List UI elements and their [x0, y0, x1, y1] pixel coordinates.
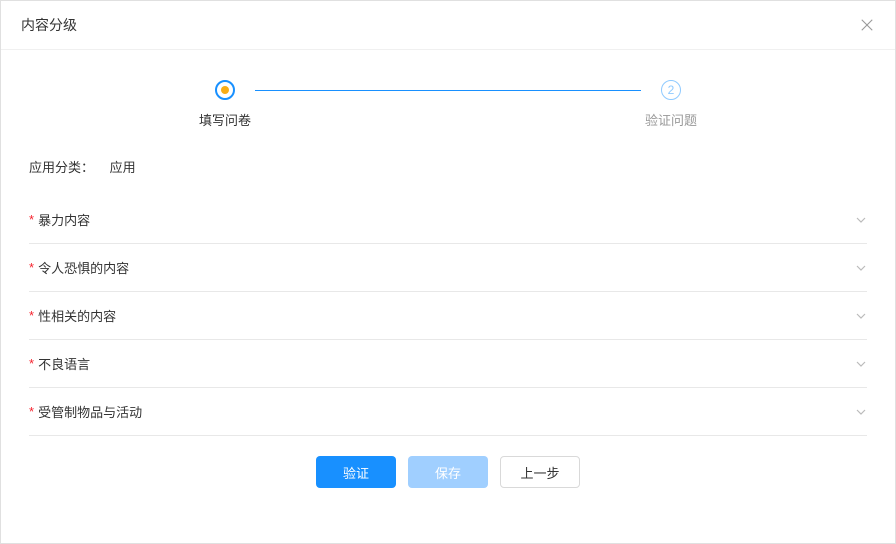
save-button[interactable]: 保存: [408, 456, 488, 488]
accordion-label: * 性相关的内容: [29, 306, 116, 325]
accordion-text: 不良语言: [38, 354, 90, 373]
accordion-item-horror[interactable]: * 令人恐惧的内容: [29, 244, 867, 292]
prev-button[interactable]: 上一步: [500, 456, 580, 488]
verify-button[interactable]: 验证: [316, 456, 396, 488]
close-button[interactable]: [859, 17, 875, 33]
close-icon: [860, 18, 874, 32]
required-asterisk: *: [29, 356, 34, 371]
category-label: 应用分类：: [29, 157, 94, 176]
modal-body: 填写问卷 2 验证问题 应用分类： 应用 * 暴力内容 * 令人恐惧的: [1, 50, 895, 543]
category-row: 应用分类： 应用: [29, 157, 867, 176]
step-2-icon: 2: [661, 80, 681, 100]
steps: 填写问卷 2 验证问题: [29, 80, 867, 129]
chevron-down-icon: [855, 310, 867, 322]
step-2-label: 验证问题: [645, 110, 697, 129]
accordion-label: * 暴力内容: [29, 210, 90, 229]
accordion-label: * 令人恐惧的内容: [29, 258, 129, 277]
required-asterisk: *: [29, 260, 34, 275]
modal-title: 内容分级: [21, 15, 77, 35]
step-2: 2 验证问题: [645, 80, 697, 129]
accordion-text: 受管制物品与活动: [38, 402, 142, 421]
step-1-icon: [215, 80, 235, 100]
chevron-down-icon: [855, 214, 867, 226]
accordion-text: 令人恐惧的内容: [38, 258, 129, 277]
accordion-text: 性相关的内容: [38, 306, 116, 325]
content-rating-modal: 内容分级 填写问卷 2 验证问题 应用分类： 应用 * 暴力: [0, 0, 896, 544]
chevron-down-icon: [855, 262, 867, 274]
step-connector: [255, 90, 641, 91]
chevron-down-icon: [855, 358, 867, 370]
step-1-label: 填写问卷: [199, 110, 251, 129]
chevron-down-icon: [855, 406, 867, 418]
required-asterisk: *: [29, 308, 34, 323]
required-asterisk: *: [29, 404, 34, 419]
accordion-text: 暴力内容: [38, 210, 90, 229]
accordion-item-sexual[interactable]: * 性相关的内容: [29, 292, 867, 340]
category-value: 应用: [110, 157, 136, 176]
accordion-item-violence[interactable]: * 暴力内容: [29, 196, 867, 244]
modal-footer: 验证 保存 上一步: [29, 436, 867, 512]
accordion-item-language[interactable]: * 不良语言: [29, 340, 867, 388]
accordion-item-controlled[interactable]: * 受管制物品与活动: [29, 388, 867, 436]
modal-header: 内容分级: [1, 1, 895, 50]
accordion-label: * 受管制物品与活动: [29, 402, 142, 421]
step-active-dot-icon: [221, 86, 229, 94]
accordion-label: * 不良语言: [29, 354, 90, 373]
required-asterisk: *: [29, 212, 34, 227]
step-1: 填写问卷: [199, 80, 251, 129]
